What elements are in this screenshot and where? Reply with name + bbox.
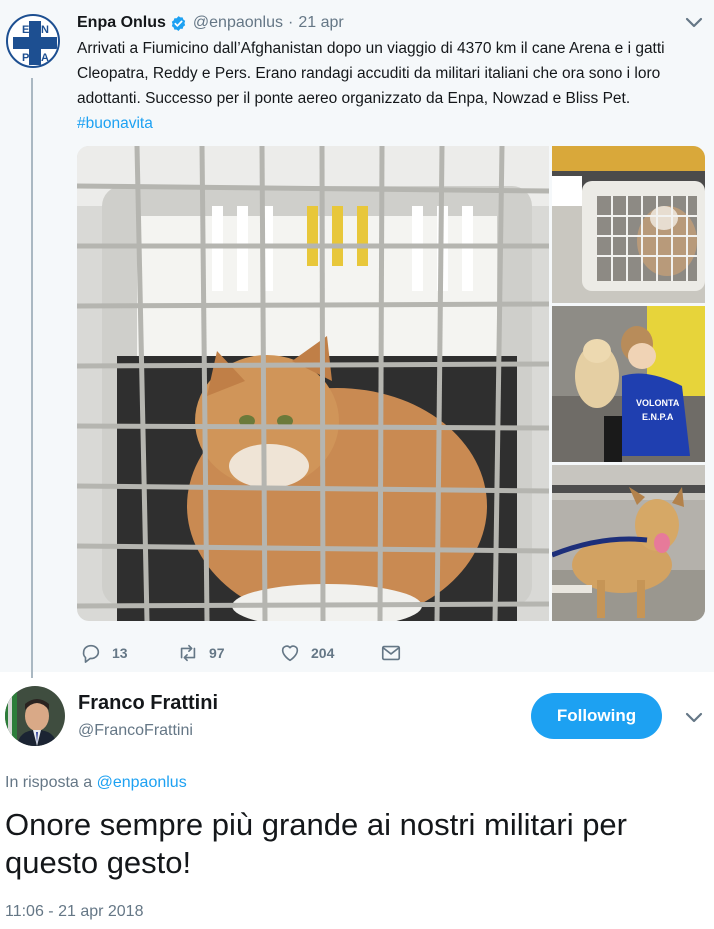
author-handle[interactable]: @FrancoFrattini bbox=[78, 722, 193, 740]
photo-dog-on-leash[interactable] bbox=[552, 465, 705, 621]
header-separator: · bbox=[288, 14, 294, 31]
like-action[interactable]: 204 bbox=[279, 640, 334, 666]
photo-cat-in-carrier[interactable] bbox=[77, 146, 549, 621]
like-icon bbox=[281, 645, 299, 662]
quoted-tweet[interactable]: E N P A Enpa Onlus @enpaonlus · 21 apr A… bbox=[0, 0, 714, 678]
reply-icon bbox=[82, 644, 100, 663]
avatar[interactable] bbox=[5, 686, 65, 746]
author-name[interactable]: Franco Frattini bbox=[78, 692, 218, 715]
retweet-count: 97 bbox=[209, 645, 225, 661]
direct-message-action[interactable] bbox=[380, 640, 402, 666]
enpa-logo-icon: E N P A bbox=[13, 21, 57, 65]
reply-action[interactable]: 13 bbox=[80, 640, 128, 666]
quoted-author-name[interactable]: Enpa Onlus bbox=[77, 14, 166, 32]
message-icon bbox=[381, 645, 401, 661]
chevron-down-icon[interactable] bbox=[684, 711, 704, 725]
thread-line bbox=[31, 78, 33, 678]
retweet-icon bbox=[180, 644, 196, 662]
quoted-tweet-body: Arrivati a Fiumicino dall’Afghanistan do… bbox=[77, 40, 665, 107]
following-button[interactable]: Following bbox=[531, 693, 662, 739]
reply-context: In risposta a @enpaonlus bbox=[5, 774, 187, 792]
tweet-timestamp[interactable]: 11:06 - 21 apr 2018 bbox=[5, 903, 143, 921]
media-grid: VOLONTA E.N.P.A bbox=[77, 146, 705, 621]
enpa-letter-n: N bbox=[41, 24, 49, 36]
like-count: 204 bbox=[311, 645, 335, 661]
quoted-tweet-date[interactable]: 21 apr bbox=[298, 14, 343, 32]
reply-count: 13 bbox=[112, 645, 128, 661]
enpa-avatar[interactable]: E N P A bbox=[6, 14, 60, 68]
photo-volunteer-with-dog[interactable]: VOLONTA E.N.P.A bbox=[552, 306, 705, 462]
tweet-text: Onore sempre più grande ai nostri milita… bbox=[5, 807, 627, 880]
quoted-tweet-text: Arrivati a Fiumicino dall’Afghanistan do… bbox=[77, 36, 709, 136]
quoted-author-handle[interactable]: @enpaonlus bbox=[193, 14, 283, 32]
verified-badge-icon bbox=[171, 15, 186, 31]
profile-photo bbox=[5, 686, 65, 746]
enpa-letter-p: P bbox=[22, 52, 29, 64]
hashtag-link[interactable]: #buonavita bbox=[77, 115, 153, 132]
vest-label-enpa: E.N.P.A bbox=[642, 412, 674, 422]
photo-cat-carrier-small[interactable] bbox=[552, 146, 705, 303]
retweet-action[interactable]: 97 bbox=[177, 640, 225, 666]
reply-handle-link[interactable]: @enpaonlus bbox=[97, 774, 187, 791]
quoted-tweet-header: Enpa Onlus @enpaonlus · 21 apr bbox=[77, 12, 344, 34]
enpa-letter-a: A bbox=[41, 52, 49, 64]
vest-label-volontario: VOLONTA bbox=[636, 398, 680, 408]
chevron-down-icon[interactable] bbox=[684, 16, 704, 30]
reply-prefix: In risposta a bbox=[5, 774, 97, 791]
enpa-letter-e: E bbox=[22, 24, 29, 36]
